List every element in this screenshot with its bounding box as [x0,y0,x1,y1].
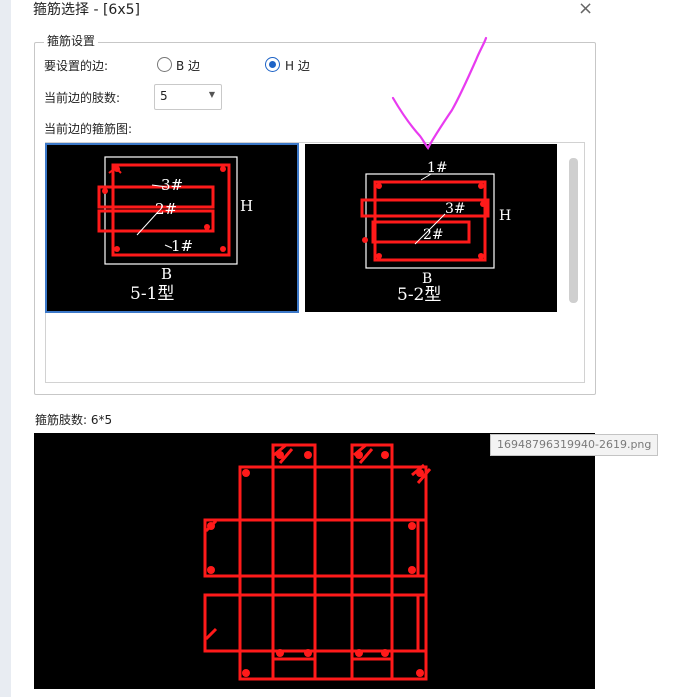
radio-b-side-label[interactable]: B 边 [176,57,200,74]
caption-5-1: 5-1型 [130,284,174,304]
stirrup-diagram-5-2: 1# 3# 2# H B 5-2型 [360,160,511,305]
label-3: 3# [161,176,183,194]
figure-label: 当前边的箍筋图: [44,122,133,136]
b-label: B [161,265,172,283]
close-icon[interactable]: × [578,0,593,19]
radio-h-side-label[interactable]: H 边 [285,57,310,74]
list-scrollbar[interactable] [569,158,578,303]
label-3: 3# [445,201,466,217]
chevron-down-icon: ▼ [208,90,215,99]
stirrup-preview [34,433,595,689]
window-edge [0,0,11,697]
count-label: 当前边的肢数: [44,91,121,105]
settings-group-title: 箍筋设置 [44,32,99,49]
radio-h-side[interactable] [265,57,280,72]
side-label: 要设置的边: [44,59,109,73]
stirrup-count-label: 箍筋肢数: 6*5 [35,413,113,427]
h-label: H [499,208,511,224]
stirrup-preview-diagram [203,443,432,681]
radio-b-side[interactable] [157,57,172,72]
count-select[interactable]: 5 ▼ [154,84,222,110]
radio-selected-dot [269,61,276,68]
stirrup-option-5-2[interactable]: 1# 3# 2# H B 5-2型 [305,144,557,312]
caption-5-2: 5-2型 [397,285,441,305]
check-annotation-icon [391,36,488,151]
h-label: H [240,197,253,215]
stirrup-option-5-1[interactable]: 3# 2# 1# H B 5-1型 [45,143,299,313]
label-1: 1# [427,160,448,176]
window-title: 箍筋选择 - [6x5] [33,2,140,18]
stirrup-diagram-5-1: 3# 2# 1# H B 5-1型 [97,156,253,304]
filename-tooltip: 16948796319940-2619.png [490,434,659,456]
label-1: 1# [171,237,193,255]
label-2: 2# [423,227,444,243]
count-select-value: 5 [160,89,168,103]
label-2: 2# [155,200,177,218]
